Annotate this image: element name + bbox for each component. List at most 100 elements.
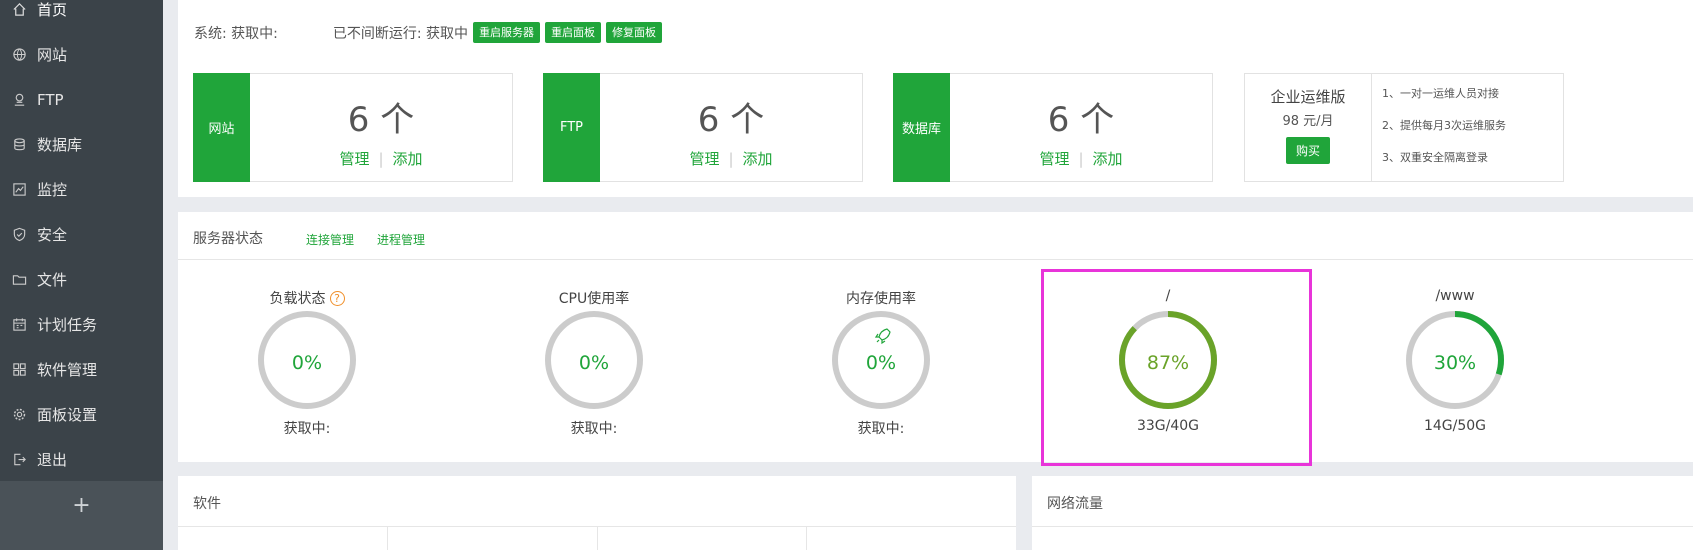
server-status-panel: 服务器状态 连接管理 进程管理 负载状态? 0% 获取中: CPU使用率 0% …	[178, 212, 1693, 462]
logout-icon	[11, 452, 27, 468]
rocket-icon[interactable]	[874, 328, 891, 345]
add-ftp-link[interactable]: 添加	[743, 150, 773, 168]
repair-panel-button[interactable]: 修复面板	[606, 22, 663, 43]
gauge-value: 0%	[578, 352, 610, 374]
gauge-subtext: 14G/50G	[1423, 418, 1487, 434]
database-count-card: 数据库 6 个 管理 | 添加	[893, 73, 1213, 182]
card-tag: FTP	[543, 73, 600, 182]
sidebar-item-label: 首页	[37, 1, 68, 19]
add-website-link[interactable]: 添加	[393, 150, 423, 168]
restart-server-button[interactable]: 重启服务器	[473, 22, 541, 43]
gauge-subtext: 获取中:	[283, 421, 331, 437]
database-icon	[11, 137, 27, 153]
monitor-icon	[11, 182, 27, 198]
manage-website-link[interactable]: 管理	[339, 150, 369, 168]
sidebar: 首页 网站 FTP 数据库 监控 安全 文件 计划任务 软件管理 面板设置 退出…	[0, 0, 163, 550]
feature-item: 3、双重安全隔离登录	[1382, 151, 1488, 164]
enterprise-card: 企业运维版 98 元/月 购买 1、一对一运维人员对接 2、提供每月3次运维服务…	[1244, 73, 1564, 182]
sidebar-item-files[interactable]: 文件	[0, 257, 163, 302]
system-info-bar: 系统: 获取中: 已不间断运行: 获取中 重启服务器 重启面板 修复面板	[194, 22, 663, 43]
manage-ftp-link[interactable]: 管理	[689, 150, 719, 168]
gauge-subtext: 获取中:	[570, 421, 618, 437]
sidebar-item-label: 安全	[37, 226, 68, 244]
link-separator: |	[1078, 150, 1084, 168]
sidebar-item-label: FTP	[37, 90, 64, 109]
sidebar-item-label: 面板设置	[37, 406, 98, 424]
help-icon[interactable]: ?	[329, 291, 345, 306]
sidebar-item-database[interactable]: 数据库	[0, 122, 163, 167]
card-tag: 数据库	[893, 73, 950, 182]
sidebar-item-home[interactable]: 首页	[0, 0, 163, 32]
website-count-card: 网站 6 个 管理 | 添加	[193, 73, 513, 182]
restart-panel-button[interactable]: 重启面板	[545, 22, 602, 43]
ftp-count-card: FTP 6 个 管理 | 添加	[543, 73, 863, 182]
calendar-icon	[11, 317, 27, 333]
gauge-value: 0%	[865, 352, 897, 374]
divider	[806, 527, 807, 550]
sidebar-item-label: 监控	[37, 181, 68, 199]
software-title: 软件	[193, 496, 221, 512]
gauge-title: 负载状态?	[207, 288, 407, 308]
system-info-text: 系统: 获取中:	[194, 25, 278, 42]
manage-database-link[interactable]: 管理	[1039, 150, 1069, 168]
link-separator: |	[378, 150, 384, 168]
add-shortcut-button[interactable]: +	[0, 481, 163, 550]
buy-button[interactable]: 购买	[1285, 137, 1330, 164]
grid-icon	[11, 362, 27, 378]
card-links: 管理 | 添加	[600, 148, 862, 169]
feature-item: 1、一对一运维人员对接	[1382, 87, 1499, 100]
enterprise-features: 1、一对一运维人员对接 2、提供每月3次运维服务 3、双重安全隔离登录	[1382, 86, 1506, 182]
software-panel: 软件	[178, 476, 1016, 550]
sidebar-item-cron[interactable]: 计划任务	[0, 302, 163, 347]
sidebar-item-label: 网站	[37, 46, 68, 64]
website-count[interactable]: 6 个	[250, 92, 512, 141]
divider	[1032, 526, 1693, 527]
divider	[387, 527, 388, 550]
overview-panel: 系统: 获取中: 已不间断运行: 获取中 重启服务器 重启面板 修复面板 网站 …	[178, 0, 1693, 197]
disk-www-gauge[interactable]: /www 30% 14G/50G	[1355, 212, 1555, 462]
uptime-text: 已不间断运行: 获取中	[332, 25, 469, 42]
gauge-title-text: 负载状态	[269, 291, 326, 307]
sidebar-item-security[interactable]: 安全	[0, 212, 163, 257]
gauge-title: /www	[1435, 288, 1475, 304]
link-separator: |	[728, 150, 734, 168]
highlight-box	[1041, 269, 1312, 466]
sidebar-item-ftp[interactable]: FTP	[0, 77, 163, 122]
sidebar-item-label: 计划任务	[37, 316, 98, 334]
database-count[interactable]: 6 个	[950, 92, 1212, 141]
sidebar-item-label: 数据库	[37, 136, 83, 154]
sidebar-item-label: 退出	[37, 451, 68, 469]
feature-item: 2、提供每月3次运维服务	[1382, 119, 1506, 132]
load-gauge[interactable]: 负载状态? 0% 获取中:	[207, 212, 407, 462]
gauge-title: 内存使用率	[846, 291, 916, 307]
card-links: 管理 | 添加	[950, 148, 1212, 169]
cpu-gauge[interactable]: CPU使用率 0% 获取中:	[494, 212, 694, 462]
card-links: 管理 | 添加	[250, 148, 512, 169]
globe-icon	[11, 47, 27, 63]
sidebar-item-software[interactable]: 软件管理	[0, 347, 163, 392]
home-icon	[11, 2, 27, 18]
ftp-count[interactable]: 6 个	[600, 92, 862, 141]
network-traffic-panel: 网络流量	[1032, 476, 1693, 550]
gauge-subtext: 获取中:	[857, 421, 905, 437]
enterprise-title: 企业运维版	[1270, 88, 1346, 106]
folder-icon	[11, 272, 27, 288]
memory-gauge[interactable]: 内存使用率 0% 获取中:	[781, 212, 981, 462]
ftp-icon	[11, 92, 27, 108]
gear-icon	[11, 407, 27, 423]
gauge-value: 30%	[1433, 352, 1477, 374]
enterprise-price: 98 元/月	[1282, 114, 1334, 129]
sidebar-item-settings[interactable]: 面板设置	[0, 392, 163, 437]
add-database-link[interactable]: 添加	[1093, 150, 1123, 168]
gauge-value: 0%	[291, 352, 323, 374]
card-tag: 网站	[193, 73, 250, 182]
sidebar-item-website[interactable]: 网站	[0, 32, 163, 77]
sidebar-item-label: 软件管理	[37, 361, 98, 379]
sidebar-item-monitor[interactable]: 监控	[0, 167, 163, 212]
network-title: 网络流量	[1047, 496, 1103, 512]
sidebar-item-logout[interactable]: 退出	[0, 437, 163, 482]
gauge-title: CPU使用率	[558, 291, 630, 307]
enterprise-summary: 企业运维版 98 元/月 购买	[1245, 74, 1372, 181]
shield-icon	[11, 227, 27, 243]
divider	[597, 527, 598, 550]
